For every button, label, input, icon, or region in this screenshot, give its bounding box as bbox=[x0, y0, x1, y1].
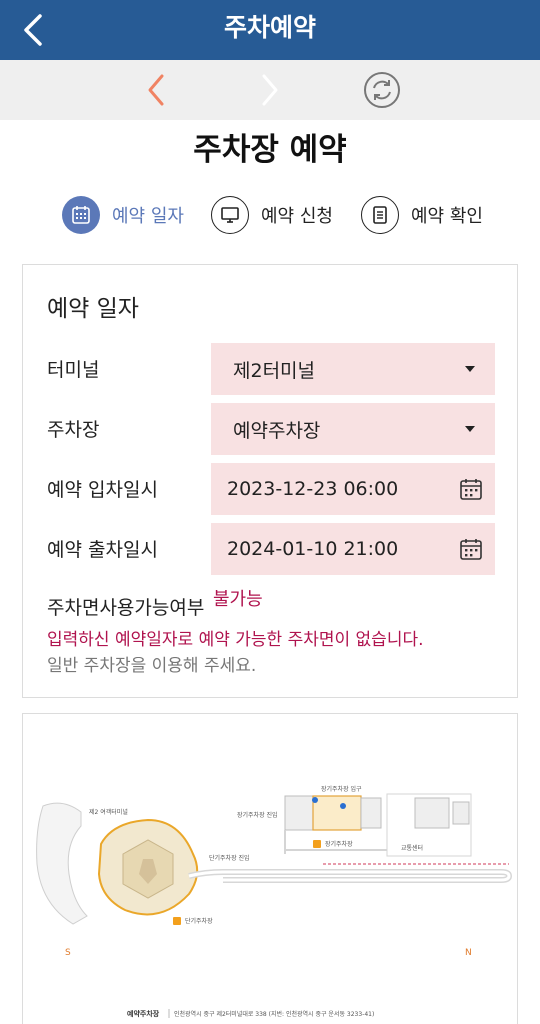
parking-select[interactable]: 예약주차장 bbox=[211, 403, 495, 455]
north-label: N bbox=[465, 948, 472, 958]
location-pin-icon bbox=[312, 797, 318, 803]
calendar-icon[interactable] bbox=[459, 537, 483, 561]
exit-datetime-label: 예약 출차일시 bbox=[47, 539, 158, 561]
location-pin-icon bbox=[340, 803, 346, 809]
short-term-entry-label: 단기주차장 진입 bbox=[209, 854, 250, 862]
parking-value: 예약주차장 bbox=[233, 419, 321, 442]
availability-value: 불가능 bbox=[213, 589, 263, 610]
refresh-icon[interactable] bbox=[362, 70, 402, 110]
transport-annex-block bbox=[452, 801, 470, 825]
short-term-lot-label: 단기주차장 bbox=[185, 917, 213, 925]
browser-nav-bar bbox=[0, 60, 540, 120]
reservation-date-card: 예약 일자 터미널 제2터미널 주차장 예약주차장 예약 입차일시 2023-1… bbox=[22, 264, 518, 698]
step-reservation-date[interactable]: 예약 일자 bbox=[62, 195, 184, 235]
map-footer-address: 인천광역시 중구 제2터미널대로 338 (지번: 인천광역시 중구 운서동 3… bbox=[174, 1010, 374, 1018]
reservation-lot-block bbox=[312, 795, 362, 831]
parking-map-card: 제2 여객터미널 단기주차장 진입 장기주차장 입구 장기주차장 진입 교통센터… bbox=[22, 713, 518, 1024]
step-label: 예약 확인 bbox=[411, 206, 483, 227]
long-term-entry-label: 장기주차장 진입 bbox=[237, 811, 278, 819]
app-title: 주차예약 bbox=[223, 13, 316, 42]
parking-p-icon bbox=[173, 917, 181, 925]
south-label: S bbox=[65, 948, 71, 958]
parking-map: 제2 여객터미널 단기주차장 진입 장기주차장 입구 장기주차장 진입 교통센터… bbox=[36, 785, 513, 1018]
step-reservation-request[interactable]: 예약 신청 bbox=[211, 195, 333, 235]
page-title: 주차장 예약 bbox=[193, 132, 347, 168]
nav-forward-icon[interactable] bbox=[250, 70, 290, 110]
terminal-value: 제2터미널 bbox=[233, 359, 316, 382]
calendar-icon bbox=[62, 196, 100, 234]
app-bar: 주차예약 bbox=[0, 0, 540, 60]
transport-center-label: 교통센터 bbox=[401, 844, 423, 852]
caret-down-icon bbox=[465, 426, 475, 432]
step-indicator: 예약 일자 예약 신청 예약 확인 bbox=[0, 195, 540, 239]
map-footer-title: 예약주차장 bbox=[127, 1009, 160, 1018]
document-icon bbox=[361, 196, 399, 234]
calendar-icon[interactable] bbox=[459, 477, 483, 501]
info-message: 일반 주차장을 이용해 주세요. bbox=[47, 656, 257, 676]
terminal-label: 터미널 bbox=[47, 359, 100, 381]
main-road-inner bbox=[188, 870, 511, 882]
terminal-select[interactable]: 제2터미널 bbox=[211, 343, 495, 395]
entry-datetime-value: 2023-12-23 06:00 bbox=[227, 478, 399, 500]
entry-datetime-label: 예약 입차일시 bbox=[47, 479, 158, 501]
error-message: 입력하신 예약일자로 예약 가능한 주차면이 없습니다. bbox=[47, 630, 424, 650]
step-reservation-confirm[interactable]: 예약 확인 bbox=[361, 195, 483, 235]
long-term-lot-annex bbox=[360, 797, 382, 829]
caret-down-icon bbox=[465, 366, 475, 372]
parking-label: 주차장 bbox=[47, 419, 100, 441]
long-term-lot-entrance-label: 장기주차장 입구 bbox=[321, 785, 362, 793]
terminal-shape bbox=[36, 802, 88, 925]
parking-p-icon bbox=[313, 840, 321, 848]
exit-datetime-field[interactable]: 2024-01-10 21:00 bbox=[211, 523, 495, 575]
entry-datetime-field[interactable]: 2023-12-23 06:00 bbox=[211, 463, 495, 515]
step-label: 예약 신청 bbox=[261, 206, 333, 227]
monitor-icon bbox=[211, 196, 249, 234]
long-term-lot-label: 장기주차장 bbox=[325, 840, 353, 848]
step-label: 예약 일자 bbox=[112, 206, 184, 227]
transport-center-block bbox=[414, 797, 450, 829]
availability-label: 주차면사용가능여부 bbox=[47, 597, 205, 619]
terminal-label: 제2 여객터미널 bbox=[89, 808, 128, 816]
nav-back-icon[interactable] bbox=[136, 70, 176, 110]
card-title: 예약 일자 bbox=[47, 296, 139, 322]
exit-datetime-value: 2024-01-10 21:00 bbox=[227, 538, 399, 560]
